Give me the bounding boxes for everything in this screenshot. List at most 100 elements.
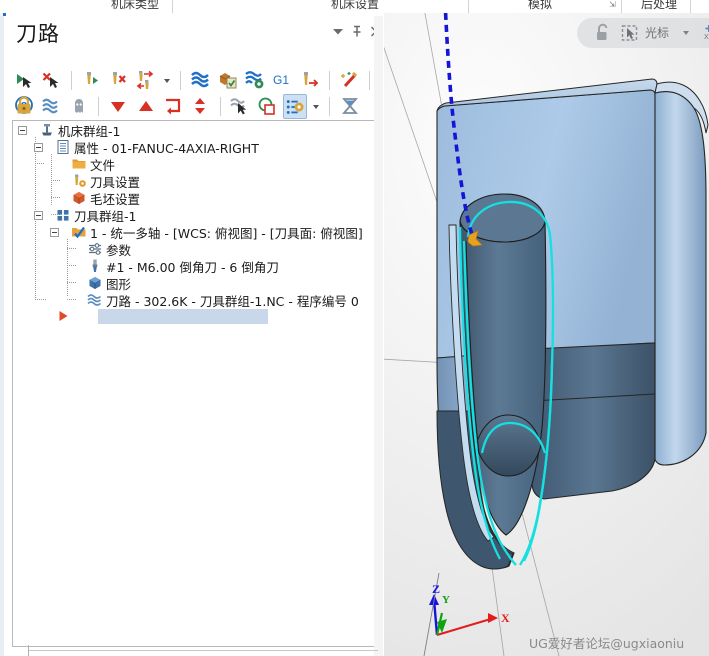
tree-item-geometry[interactable]: 图形 <box>79 275 131 292</box>
tool-red-x-icon <box>113 72 127 84</box>
ribbon-group-machine-setup[interactable]: 机床设置 <box>300 0 410 13</box>
tree-item-label: 1 - 统一多轴 - [WCS: 俯视图] - [刀具面: 俯视图] <box>90 226 363 241</box>
tree-item-label: 刀具设置 <box>90 175 141 190</box>
panel-vertical-scrollbar[interactable] <box>374 16 383 656</box>
folder-icon <box>72 159 86 169</box>
g1-post-button[interactable]: G1 <box>271 68 295 93</box>
bottom-divider <box>28 650 378 651</box>
tree-item-label: 参数 <box>106 243 132 258</box>
move-updown-button[interactable] <box>188 94 212 119</box>
deselect-all-toolpaths-button[interactable] <box>39 68 63 93</box>
tree-item-files[interactable]: 文件 <box>63 156 115 173</box>
toolbar-separator <box>325 94 334 119</box>
lock-toolpath-button[interactable] <box>12 94 36 119</box>
tool-green-play-icon <box>87 72 99 84</box>
tree-item-toolpath[interactable]: 刀路 - 302.6K - 刀具群组-1.NC - 程序编号 0 <box>79 292 359 309</box>
viewport-floating-toolbar[interactable]: 光标 XYZ <box>577 18 709 48</box>
tree-item-tool[interactable]: #1 - M6.00 倒角刀 - 6 倒角刀 <box>79 258 279 275</box>
tree-connector <box>35 299 47 300</box>
tree-item-insert-marker[interactable] <box>47 308 74 325</box>
tree-selection-highlight[interactable] <box>98 309 268 324</box>
viewport-cursor-label: 光标 <box>645 26 670 40</box>
tree-item-parameters[interactable]: 参数 <box>79 241 131 258</box>
ribbon-separator <box>172 0 173 13</box>
g1-text-icon: G1 <box>273 73 289 87</box>
chevron-down-icon <box>333 29 343 35</box>
tree-expander-operation-1[interactable] <box>50 228 59 237</box>
regenerate-selected-button[interactable] <box>79 68 103 93</box>
pick-toolpath-button[interactable] <box>228 94 252 119</box>
tree-item-tool-settings[interactable]: 刀具设置 <box>63 173 140 190</box>
axis-label-y: Y <box>442 594 450 606</box>
toolpath-panel: 刀路 G1 机床群组-1 属性 - 01-FANUC-4AXIA-RIGHT 文… <box>4 16 383 656</box>
copy-geometry-button[interactable] <box>255 94 279 119</box>
tree-item-operation-1[interactable]: 1 - 统一多轴 - [WCS: 俯视图] - [刀具面: 俯视图] <box>63 224 363 241</box>
select-all-toolpaths-button[interactable] <box>12 68 36 93</box>
verify-stock-button[interactable] <box>216 68 240 93</box>
tree-expander-properties[interactable] <box>34 143 43 152</box>
insert-corner-arrow-icon <box>166 98 181 115</box>
play-arrow-cursor-icon <box>17 74 32 88</box>
endmill-icon <box>92 259 98 272</box>
tree-item-properties[interactable]: 属性 - 01-FANUC-4AXIA-RIGHT <box>47 139 259 156</box>
parameters-icon <box>89 243 101 255</box>
axis-label-z: Z <box>432 582 441 596</box>
forum-watermark: UG爱好者论坛@ugxiaoniu <box>529 636 685 651</box>
3d-viewport[interactable]: Z Y X 光标 X UG爱好者论坛@ugxiaoniu <box>384 13 709 656</box>
tool-red-arrows-icon <box>136 70 153 90</box>
machine-group-icon <box>42 124 52 136</box>
insert-arrow-button[interactable] <box>161 94 185 119</box>
highfeed-wand-button[interactable] <box>338 68 362 93</box>
pin-icon <box>353 25 361 37</box>
toolbar-separator <box>216 94 225 119</box>
toolbar-separator <box>176 68 185 93</box>
panel-pin-button[interactable] <box>348 23 366 40</box>
toolpath-settings-waves-button[interactable] <box>243 68 267 93</box>
tree-item-label: 图形 <box>106 277 132 292</box>
tree-connector <box>67 282 77 283</box>
regenerate-all-dirty-button[interactable] <box>134 68 158 93</box>
ribbon-separator <box>690 0 691 13</box>
filter-hourglass-button[interactable] <box>338 94 362 119</box>
tool-right-arrow-button[interactable] <box>298 68 322 93</box>
toolpath-panel-header: 刀路 <box>4 16 383 48</box>
tree-item-machine-group[interactable]: 机床群组-1 <box>31 122 120 139</box>
toggle-path-display-button[interactable] <box>39 94 63 119</box>
regenerate-invalid-button[interactable] <box>106 68 130 93</box>
blue-waves-icon <box>190 71 209 88</box>
tree-expander-tool-group[interactable] <box>34 211 43 220</box>
tree-item-label: 机床群组-1 <box>58 124 121 139</box>
toolpath-simulate-button[interactable] <box>189 68 213 93</box>
ribbon-strip: 机床类型 机床设置 模拟 后处理 ⇲ <box>0 0 709 13</box>
svg-text:G1: G1 <box>273 73 289 87</box>
copy-circle-icon <box>259 97 276 115</box>
toggle-tool-display-button[interactable] <box>67 94 91 119</box>
tree-item-stock-setup[interactable]: 毛坯设置 <box>63 190 140 207</box>
regenerate-dropdown-arrow[interactable] <box>161 68 173 93</box>
ribbon-group-simulation[interactable]: 模拟 <box>505 0 575 13</box>
toolpath-options-button[interactable] <box>282 94 307 119</box>
waves-gear-icon <box>245 71 264 89</box>
red-x-cursor-icon <box>43 72 59 88</box>
stock-check-icon <box>219 73 237 89</box>
operation-check-icon <box>72 226 86 239</box>
toolpath-tree[interactable]: 机床群组-1 属性 - 01-FANUC-4AXIA-RIGHT 文件 刀具设置… <box>12 120 378 647</box>
chevron-down-icon <box>683 31 689 35</box>
toolpath-options-arrow[interactable] <box>310 94 322 119</box>
tree-item-tool-group[interactable]: 刀具群组-1 <box>47 207 136 224</box>
tree-item-label: 毛坯设置 <box>90 192 141 207</box>
ribbon-group-post-process[interactable]: 后处理 <box>628 0 690 13</box>
hourglass-icon <box>341 98 358 114</box>
tree-connector <box>67 248 77 249</box>
dialog-launcher-icon[interactable]: ⇲ <box>609 0 616 9</box>
panel-menu-button[interactable] <box>329 23 347 40</box>
tool-settings-icon <box>75 174 86 187</box>
3d-scene <box>384 13 709 656</box>
tree-expander-machine-group[interactable] <box>18 126 27 135</box>
tree-connector <box>51 180 61 181</box>
waves-cursor-icon <box>230 98 247 115</box>
move-up-button[interactable] <box>134 94 158 119</box>
ribbon-group-machine-type[interactable]: 机床类型 <box>80 0 190 13</box>
tree-item-label: 刀具群组-1 <box>74 209 137 224</box>
move-down-button[interactable] <box>106 94 130 119</box>
